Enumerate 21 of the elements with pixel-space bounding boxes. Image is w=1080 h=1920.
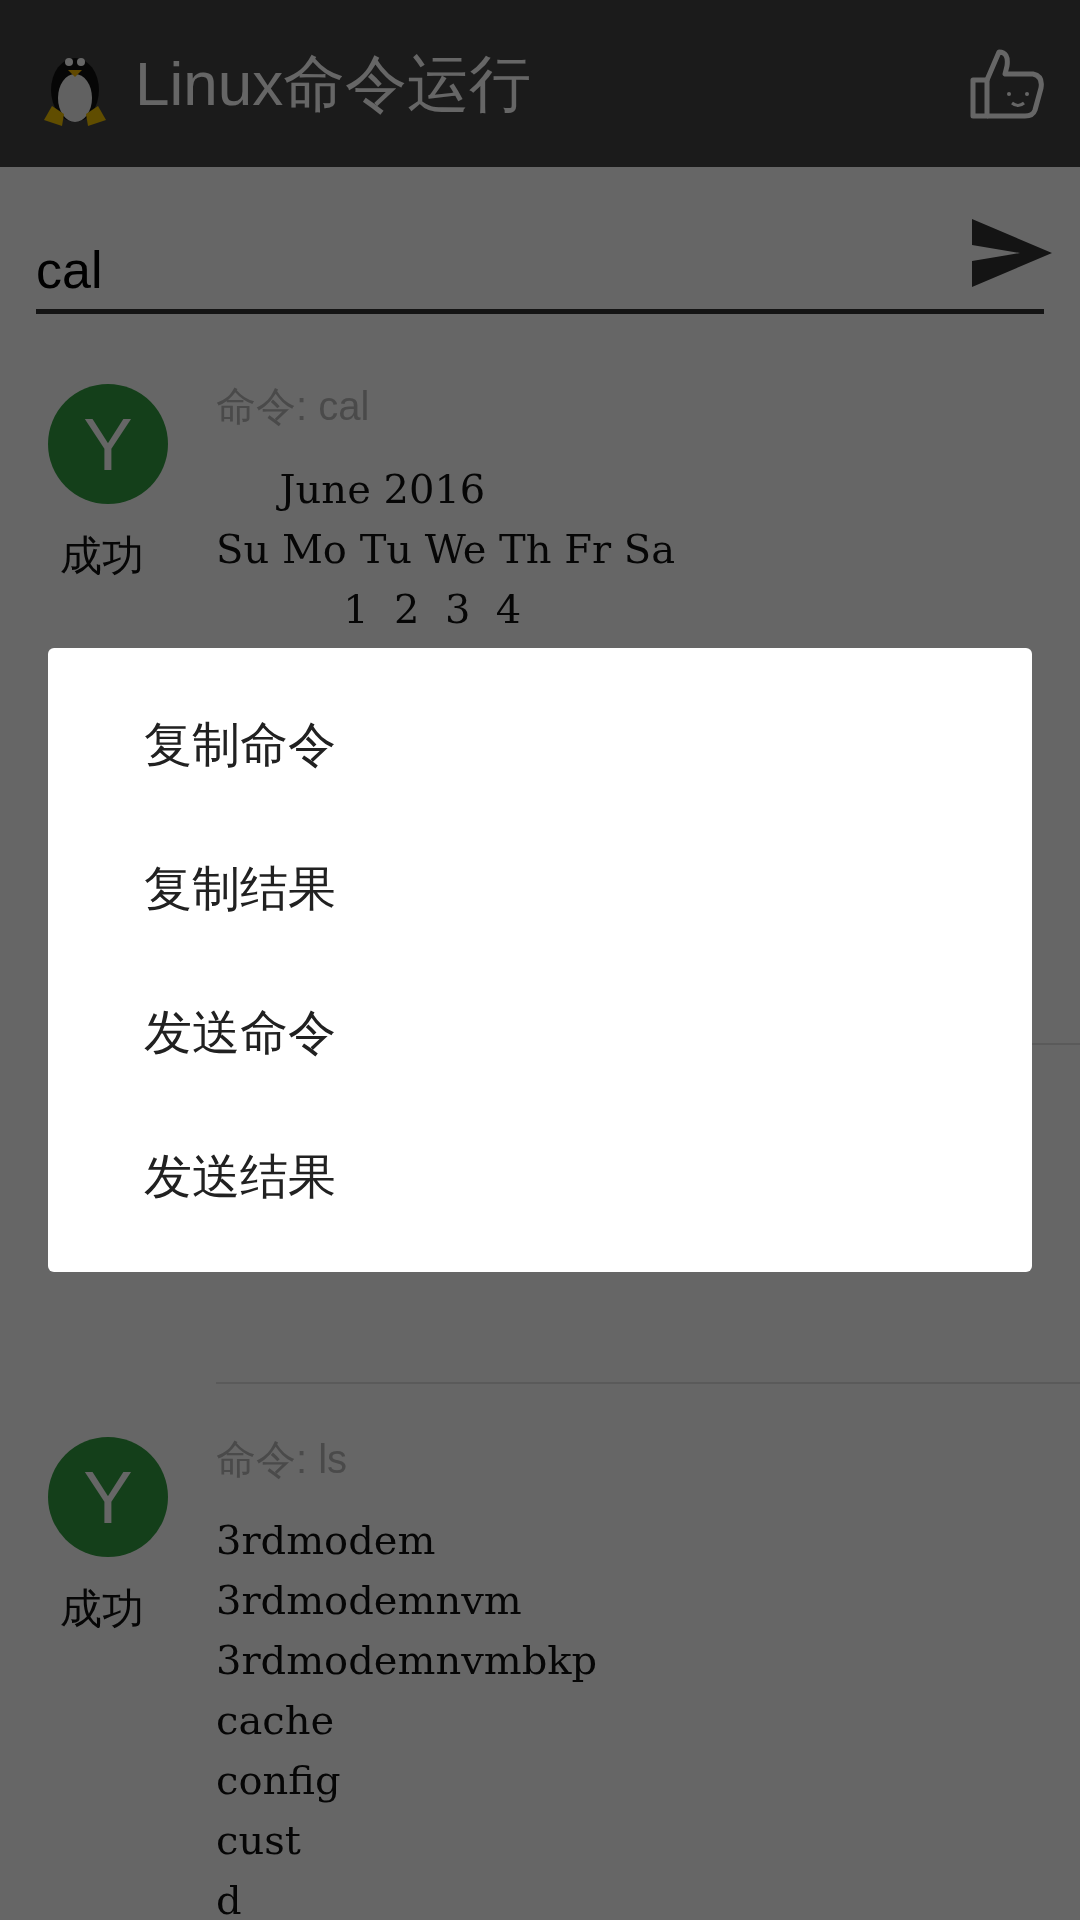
output-line: cache xyxy=(216,1696,335,1745)
app-title: Linux命令运行 xyxy=(135,47,533,120)
output-line: config xyxy=(216,1756,341,1805)
menu-item[interactable]: 复制结果 xyxy=(48,817,1032,961)
output-line: 3rdmodemnvmbkp xyxy=(216,1636,598,1685)
output-line: Su Mo Tu We Th Fr Sa xyxy=(216,525,676,574)
output-line: cust xyxy=(216,1816,301,1865)
menu-item[interactable]: 复制命令 xyxy=(48,673,1032,817)
output-line: d xyxy=(216,1876,242,1920)
menu-item[interactable]: 发送命令 xyxy=(48,961,1032,1105)
avatar: Y xyxy=(48,384,168,504)
avatar: Y xyxy=(48,1437,168,1557)
output-line: 3rdmodem xyxy=(216,1516,436,1565)
status-label: 成功 xyxy=(60,531,144,581)
thumbs-up-icon[interactable] xyxy=(969,47,1045,120)
output-line: 3rdmodemnvm xyxy=(216,1576,522,1625)
status-label: 成功 xyxy=(60,1584,144,1634)
menu-item[interactable]: 发送结果 xyxy=(48,1105,1032,1249)
send-icon[interactable] xyxy=(972,219,1052,287)
output-line: June 2016 xyxy=(216,459,486,519)
output-line: 1 2 3 4 xyxy=(342,585,522,634)
